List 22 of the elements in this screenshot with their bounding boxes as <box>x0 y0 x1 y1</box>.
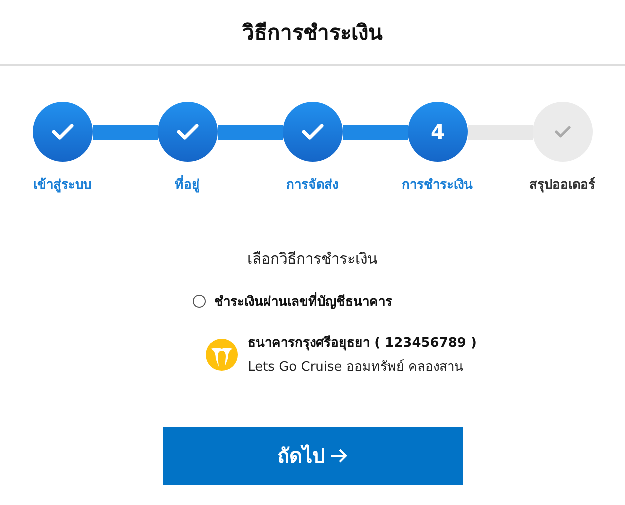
section-heading: เลือกวิธีการชำระเงิน <box>248 249 378 270</box>
page-title: วิธีการชำระเงิน <box>242 20 382 46</box>
progress-connector <box>218 124 283 140</box>
check-icon <box>555 126 571 138</box>
check-icon <box>52 124 74 140</box>
step-label: ที่อยู่ <box>175 174 200 195</box>
progress-connector <box>93 124 158 140</box>
bank-name: ธนาคารกรุงศรีอยุธยา ( 123456789 ) <box>248 334 477 353</box>
check-icon <box>302 124 324 140</box>
progress-connector <box>343 124 408 140</box>
check-icon <box>177 124 199 140</box>
step-label: การจัดส่ง <box>286 177 338 195</box>
option-label: ชำระเงินผ่านเลขที่บัญชีธนาคาร <box>214 291 392 312</box>
next-button[interactable]: ถัดไป <box>162 427 462 485</box>
arrow-right-icon <box>330 448 348 464</box>
step-label: สรุปออเดอร์ <box>530 176 596 195</box>
account-name: Lets Go Cruise ออมทรัพย์ คลองสาน <box>248 358 465 377</box>
step-label: เข้าสู่ระบบ <box>34 176 92 195</box>
radio-button[interactable] <box>192 295 206 308</box>
step-number: 4 <box>431 120 445 144</box>
step-label: การชำระเงิน <box>402 177 473 195</box>
bank-logo-icon <box>206 338 238 370</box>
